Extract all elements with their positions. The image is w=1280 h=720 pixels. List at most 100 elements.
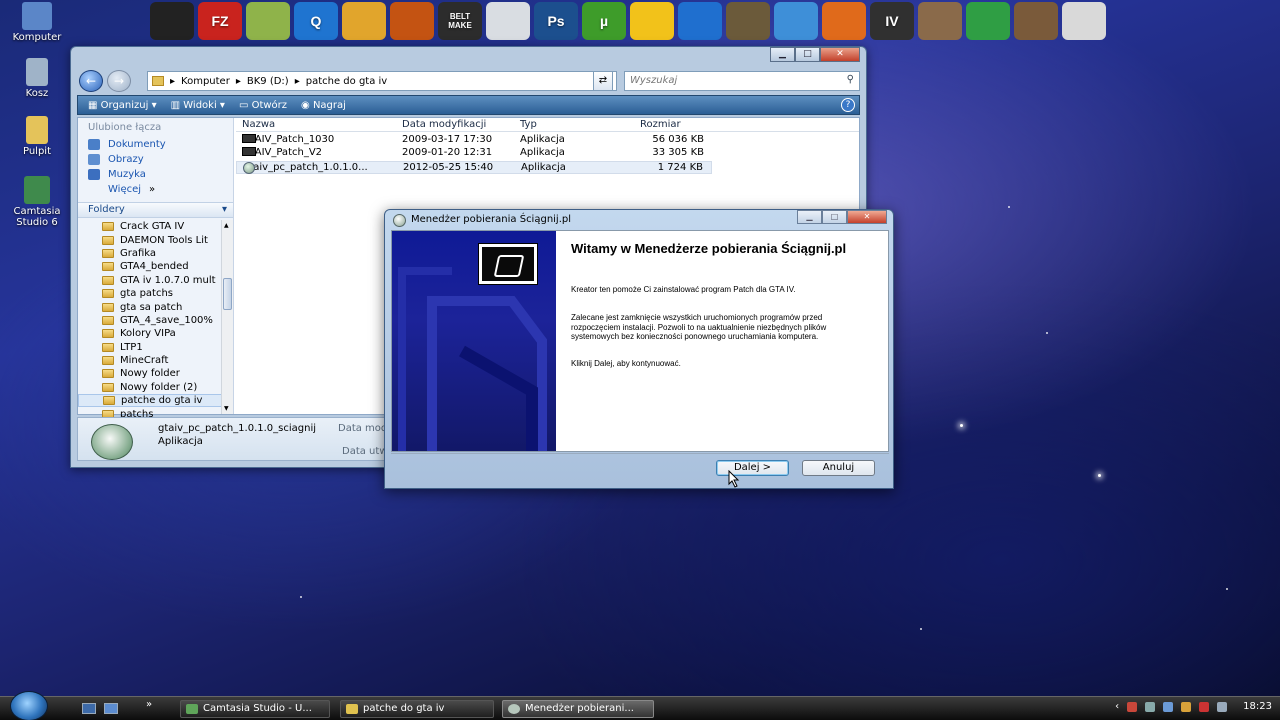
column-header-modified[interactable]: Data modyfikacji bbox=[402, 119, 486, 130]
next-button[interactable]: Dalej > bbox=[716, 460, 789, 476]
camera-icon[interactable] bbox=[486, 2, 530, 40]
folder-tree-label: GTA iv 1.0.7.0 mult bbox=[120, 274, 216, 286]
quick-launch-overflow-icon[interactable]: » bbox=[146, 699, 152, 710]
search-icon[interactable]: ⚲ bbox=[847, 74, 854, 85]
dock-item-label: BELT MAKE bbox=[448, 12, 472, 30]
refresh-button[interactable]: ⇄ bbox=[593, 71, 613, 91]
chevron-down-icon[interactable]: ▾ bbox=[222, 204, 227, 215]
views-button[interactable]: ▥ Widoki ▾ bbox=[171, 100, 225, 111]
maximize-button: □ bbox=[822, 210, 847, 224]
tray-app-icon[interactable] bbox=[1181, 701, 1192, 712]
folder-scrollbar[interactable]: ▲ ▼ bbox=[221, 220, 233, 414]
folder-tree-item[interactable]: Crack GTA IV bbox=[78, 220, 223, 233]
start-button[interactable] bbox=[10, 691, 48, 720]
gimp-icon[interactable] bbox=[726, 2, 770, 40]
breadcrumb-item[interactable]: patche do gta iv bbox=[306, 76, 387, 87]
cj-icon[interactable] bbox=[1014, 2, 1058, 40]
man-icon[interactable] bbox=[918, 2, 962, 40]
photoshop-icon[interactable]: Ps bbox=[534, 2, 578, 40]
column-header-name[interactable]: Nazwa bbox=[242, 119, 275, 130]
quicktime-icon[interactable]: Q bbox=[294, 2, 338, 40]
installer-app-icon bbox=[508, 704, 520, 714]
wrench-icon[interactable] bbox=[1062, 2, 1106, 40]
toucan-icon[interactable] bbox=[342, 2, 386, 40]
back-button[interactable]: ← bbox=[79, 70, 103, 92]
folder-tree-item[interactable]: GTA iv 1.0.7.0 mult bbox=[78, 274, 223, 287]
clock[interactable]: 18:23 bbox=[1243, 701, 1272, 712]
gta-iv-icon[interactable]: IV bbox=[870, 2, 914, 40]
forward-button[interactable]: → bbox=[107, 70, 131, 92]
address-bar[interactable]: ▸ Komputer ▸ BK9 (D:) ▸ patche do gta iv… bbox=[147, 71, 617, 91]
minimize-button[interactable]: ▁ bbox=[770, 47, 795, 62]
search-input[interactable]: Wyszukaj ⚲ bbox=[624, 71, 860, 91]
column-header-size[interactable]: Rozmiar bbox=[640, 119, 681, 130]
sun-icon[interactable] bbox=[390, 2, 434, 40]
tray-app-icon[interactable] bbox=[1199, 701, 1210, 712]
folder-green-icon[interactable] bbox=[246, 2, 290, 40]
folder-tree-label: Nowy folder (2) bbox=[120, 381, 198, 393]
folder-tree-item[interactable]: MineCraft bbox=[78, 354, 223, 367]
desktop-icon-recycle-bin[interactable]: Kosz bbox=[2, 58, 72, 99]
folder-tree-item[interactable]: gta sa patch bbox=[78, 300, 223, 313]
burn-button[interactable]: ◉ Nagraj bbox=[301, 100, 346, 111]
desktop-icon-camtasia[interactable]: Camtasia Studio 6 bbox=[2, 176, 72, 228]
close-button[interactable]: ✕ bbox=[820, 47, 860, 62]
desktop-icon-computer[interactable]: Komputer bbox=[2, 2, 72, 43]
desktop-icon-desktop-folder[interactable]: Pulpit bbox=[2, 116, 72, 157]
soldier-icon[interactable] bbox=[150, 2, 194, 40]
folders-header[interactable]: Foldery ▾ bbox=[78, 202, 233, 218]
more-arrows[interactable]: » bbox=[149, 184, 155, 195]
folder-tree-item[interactable]: gta patchs bbox=[78, 287, 223, 300]
network-icon[interactable] bbox=[1127, 701, 1138, 712]
tray-app-icon[interactable] bbox=[1217, 701, 1228, 712]
tray-app-icon[interactable] bbox=[1163, 701, 1174, 712]
organize-button[interactable]: ▦ Organizuj ▾ bbox=[88, 100, 157, 111]
breadcrumb-item[interactable]: BK9 (D:) bbox=[247, 76, 289, 87]
utorrent-icon[interactable]: µ bbox=[582, 2, 626, 40]
close-button[interactable]: ✕ bbox=[847, 210, 887, 224]
library-folder-icon bbox=[88, 154, 100, 165]
favorite-link[interactable]: Muzyka bbox=[78, 167, 233, 182]
beltmake-icon[interactable]: BELT MAKE bbox=[438, 2, 482, 40]
breadcrumb-item[interactable]: Komputer bbox=[181, 76, 230, 87]
folder-tree-item[interactable]: Kolory VIPa bbox=[78, 327, 223, 340]
file-row[interactable]: GTAIV_Patch_V2 2009-01-20 12:31 Aplikacja 3… bbox=[236, 147, 712, 160]
taskbar-item-camtasia[interactable]: Camtasia Studio - U... bbox=[180, 700, 330, 718]
show-desktop-icon[interactable] bbox=[82, 703, 96, 714]
switch-windows-icon[interactable] bbox=[104, 703, 118, 714]
volume-icon[interactable] bbox=[1145, 701, 1156, 712]
taskbar-item-explorer[interactable]: patche do gta iv bbox=[340, 700, 494, 718]
refresh-icon: ⇄ bbox=[598, 75, 608, 86]
open-button[interactable]: ▭ Otwórz bbox=[239, 100, 287, 111]
scroll-down-arrow-icon[interactable]: ▼ bbox=[224, 405, 229, 412]
favorite-link[interactable]: Więcej » bbox=[78, 182, 233, 197]
folder-tree-item[interactable]: patche do gta iv bbox=[78, 394, 223, 408]
taskbar-item-installer[interactable]: Menedżer pobierani... bbox=[502, 700, 654, 718]
taskbar-item-label: Menedżer pobierani... bbox=[525, 703, 634, 714]
folder-tree-item[interactable]: Nowy folder (2) bbox=[78, 381, 223, 394]
maximize-button[interactable]: □ bbox=[795, 47, 820, 62]
favorite-link[interactable]: Dokumenty bbox=[78, 137, 233, 152]
folder-tree-item[interactable]: Nowy folder bbox=[78, 367, 223, 380]
folder-tree-item[interactable]: DAEMON Tools Lit bbox=[78, 233, 223, 246]
scroll-up-arrow-icon[interactable]: ▲ bbox=[224, 222, 229, 229]
scrollbar-thumb[interactable] bbox=[223, 278, 232, 310]
folder-tree-item[interactable]: GTA4_bended bbox=[78, 260, 223, 273]
safari-icon[interactable] bbox=[774, 2, 818, 40]
tray-expand-icon[interactable]: ‹ bbox=[1115, 701, 1119, 712]
chrome-icon[interactable] bbox=[966, 2, 1010, 40]
firefox-icon[interactable] bbox=[822, 2, 866, 40]
folder-tree-item[interactable]: Grafika bbox=[78, 247, 223, 260]
filezilla-icon[interactable]: FZ bbox=[198, 2, 242, 40]
smiley-icon[interactable] bbox=[630, 2, 674, 40]
file-row[interactable]: gtaiv_pc_patch_1.0.1.0... 2012-05-25 15:4… bbox=[236, 160, 712, 175]
folder-tree-item[interactable]: LTP1 bbox=[78, 341, 223, 354]
camtasia-icon bbox=[186, 704, 198, 714]
cancel-button[interactable]: Anuluj bbox=[802, 460, 875, 476]
column-header-type[interactable]: Typ bbox=[520, 119, 537, 130]
folder-tree-item[interactable]: GTA_4_save_100% bbox=[78, 314, 223, 327]
help-icon[interactable]: ? bbox=[841, 98, 855, 112]
file-row[interactable]: GTAIV_Patch_1030 2009-03-17 17:30 Aplikacj… bbox=[236, 134, 712, 147]
favorite-link[interactable]: Obrazy bbox=[78, 152, 233, 167]
lightning-icon[interactable] bbox=[678, 2, 722, 40]
